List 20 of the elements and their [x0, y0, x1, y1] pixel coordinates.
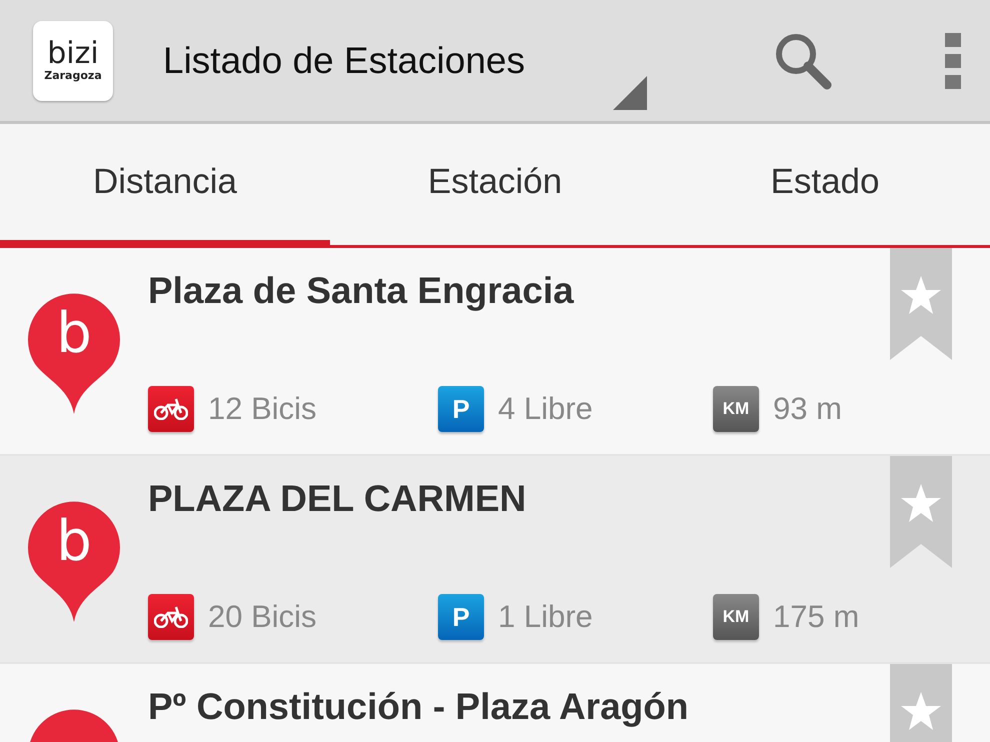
screen-title[interactable]: Listado de Estaciones — [163, 40, 653, 82]
stat-value: 1 Libre — [498, 599, 593, 635]
stat-value: 4 Libre — [498, 391, 593, 427]
stat-value: 93 m — [773, 391, 842, 427]
stat-value: 175 m — [773, 599, 860, 635]
distance-badge: KM — [713, 594, 759, 640]
parking-badge: P — [438, 594, 484, 640]
stat-value: 12 Bicis — [208, 391, 317, 427]
tab[interactable]: Estación — [330, 124, 660, 245]
station-name: Pº Constitución - Plaza Aragón — [148, 686, 690, 728]
distance-badge: KM — [713, 386, 759, 432]
station-row[interactable]: b PLAZA DEL CARMEN 20 Bicis P 1 Libre KM 175 m — [0, 456, 990, 664]
station-row[interactable]: b Plaza de Santa Engracia 12 Bicis P 4 Libre KM 93 m — [0, 248, 990, 456]
logo-text: bizi — [47, 39, 99, 69]
parking-badge: P — [438, 386, 484, 432]
station-name: Plaza de Santa Engracia — [148, 270, 575, 312]
station-name: PLAZA DEL CARMEN — [148, 478, 528, 520]
logo-subtext: Zaragoza — [44, 69, 102, 82]
tab[interactable]: Estado — [660, 124, 990, 245]
stat-value: 20 Bicis — [208, 599, 317, 635]
